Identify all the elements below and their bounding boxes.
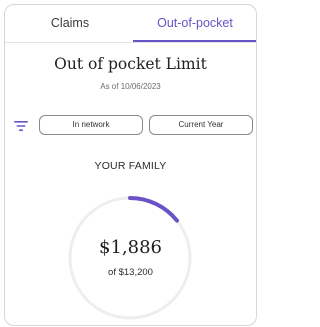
spent-amount: $1,886 xyxy=(99,237,162,258)
tab-bar: Claims Out-of-pocket xyxy=(5,5,256,43)
limit-amount: of $13,200 xyxy=(108,267,153,278)
oop-card: Claims Out-of-pocket Out of pocket Limit… xyxy=(4,4,257,326)
filter-icon[interactable] xyxy=(14,120,28,132)
tab-out-of-pocket[interactable]: Out-of-pocket xyxy=(133,5,256,42)
network-filter-button[interactable]: In network xyxy=(39,115,143,135)
progress-ring xyxy=(68,196,192,320)
family-heading: YOUR FAMILY xyxy=(94,160,167,172)
as-of-date: As of 10/06/2023 xyxy=(100,82,161,91)
period-filter-button[interactable]: Current Year xyxy=(149,115,253,135)
page-title: Out of pocket Limit xyxy=(54,55,207,73)
tab-claims[interactable]: Claims xyxy=(15,5,125,42)
active-tab-indicator xyxy=(133,40,256,42)
